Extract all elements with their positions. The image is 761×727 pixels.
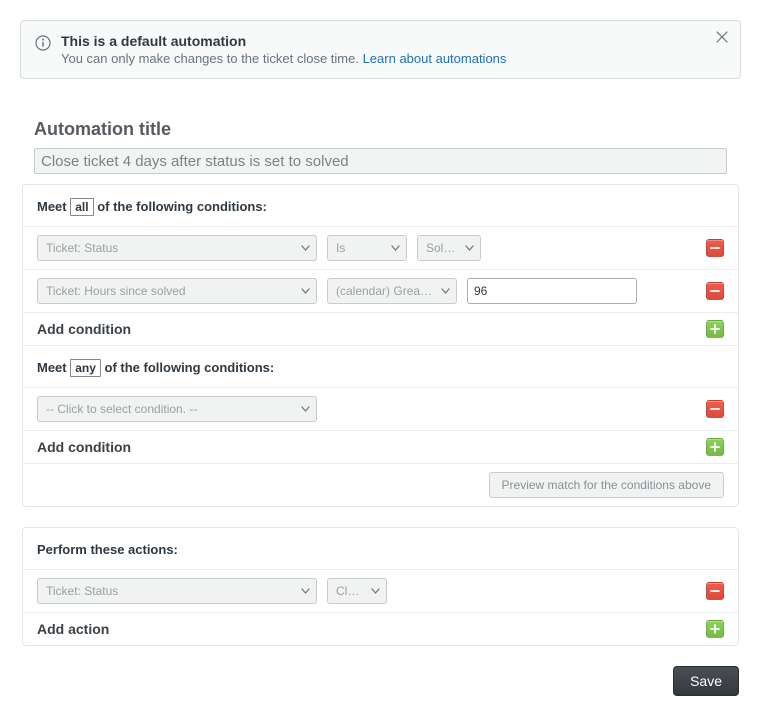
condition-row: Ticket: Hours since solved (calendar) Gr… bbox=[23, 269, 738, 312]
callout-title: This is a default automation bbox=[61, 33, 506, 49]
chevron-down-icon bbox=[301, 245, 310, 251]
add-condition-label: Add condition bbox=[37, 321, 131, 337]
condition-field-select[interactable]: Ticket: Hours since solved bbox=[37, 278, 317, 304]
chevron-down-icon bbox=[465, 245, 474, 251]
add-action-label: Add action bbox=[37, 621, 109, 637]
condition-value-select[interactable]: Solved bbox=[417, 235, 481, 261]
add-action-row: Add action bbox=[23, 612, 738, 645]
chevron-down-icon bbox=[301, 588, 310, 594]
info-icon bbox=[35, 35, 51, 51]
callout-subtitle-lead: You can only make changes to the ticket … bbox=[61, 51, 363, 66]
close-icon[interactable] bbox=[716, 31, 728, 43]
condition-value-input[interactable] bbox=[467, 278, 637, 304]
meet-any-heading: Meet any of the following conditions: bbox=[23, 345, 738, 387]
callout-subtitle: You can only make changes to the ticket … bbox=[61, 51, 506, 66]
remove-condition-button[interactable] bbox=[706, 400, 724, 418]
automation-title-input[interactable] bbox=[34, 148, 727, 174]
actions-heading: Perform these actions: bbox=[23, 528, 738, 569]
condition-field-select[interactable]: -- Click to select condition. -- bbox=[37, 396, 317, 422]
condition-row: -- Click to select condition. -- bbox=[23, 387, 738, 430]
meet-all-heading: Meet all of the following conditions: bbox=[23, 185, 738, 226]
remove-condition-button[interactable] bbox=[706, 282, 724, 300]
info-callout: This is a default automation You can onl… bbox=[20, 20, 741, 79]
action-value-select[interactable]: Closed bbox=[327, 578, 387, 604]
actions-panel: Perform these actions: Ticket: Status Cl… bbox=[22, 527, 739, 646]
footer: Save bbox=[20, 666, 741, 696]
condition-row: Ticket: Status Is Solved bbox=[23, 226, 738, 269]
add-condition-button[interactable] bbox=[706, 438, 724, 456]
learn-link[interactable]: Learn about automations bbox=[363, 51, 507, 66]
save-button[interactable]: Save bbox=[673, 666, 739, 696]
action-row: Ticket: Status Closed bbox=[23, 569, 738, 612]
page-title: Automation title bbox=[34, 119, 741, 140]
conditions-panel: Meet all of the following conditions: Ti… bbox=[22, 184, 739, 507]
preview-match-button[interactable]: Preview match for the conditions above bbox=[489, 472, 724, 498]
chevron-down-icon bbox=[371, 588, 380, 594]
add-condition-button[interactable] bbox=[706, 320, 724, 338]
add-all-condition-row: Add condition bbox=[23, 312, 738, 345]
add-any-condition-row: Add condition bbox=[23, 430, 738, 463]
condition-operator-select[interactable]: (calendar) Greater than bbox=[327, 278, 457, 304]
chevron-down-icon bbox=[301, 288, 310, 294]
remove-condition-button[interactable] bbox=[706, 239, 724, 257]
preview-row: Preview match for the conditions above bbox=[23, 463, 738, 506]
add-action-button[interactable] bbox=[706, 620, 724, 638]
action-field-select[interactable]: Ticket: Status bbox=[37, 578, 317, 604]
condition-field-select[interactable]: Ticket: Status bbox=[37, 235, 317, 261]
chevron-down-icon bbox=[301, 406, 310, 412]
condition-operator-select[interactable]: Is bbox=[327, 235, 407, 261]
add-condition-label: Add condition bbox=[37, 439, 131, 455]
chevron-down-icon bbox=[391, 245, 400, 251]
remove-action-button[interactable] bbox=[706, 582, 724, 600]
chevron-down-icon bbox=[441, 288, 450, 294]
